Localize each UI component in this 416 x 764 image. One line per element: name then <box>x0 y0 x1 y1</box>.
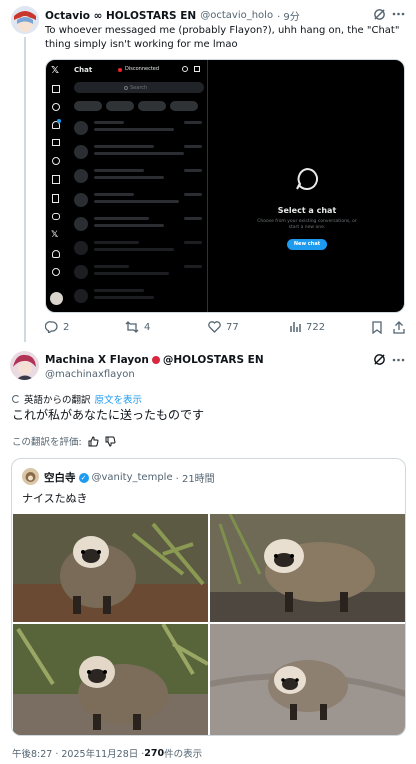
empty-title: Select a chat <box>277 206 337 215</box>
rate-translation-label: この翻訳を評価: <box>12 437 82 448</box>
attached-screenshot[interactable]: 𝕏 𝕏 Chat Disconnected Search Select a ch… <box>45 59 405 313</box>
grok-nav-icon <box>52 157 60 165</box>
avatar-octavio[interactable] <box>11 6 39 34</box>
quote-time: · 21時間 <box>175 474 215 485</box>
post-timestamp[interactable]: 午後8:27 · 2025年11月28日 · <box>12 746 144 760</box>
new-chat-button: New chat <box>287 239 327 250</box>
chat-search-placeholder: Search <box>130 84 148 91</box>
views-button[interactable]: 722 <box>289 321 325 333</box>
thumbs-down-icon[interactable] <box>105 436 116 447</box>
bookmarks-icon <box>52 194 59 203</box>
translated-from: 英語からの翻訳 <box>24 395 91 406</box>
compose-icon <box>194 66 200 72</box>
lists-icon <box>52 175 60 184</box>
user-avatar-small <box>50 292 63 305</box>
show-original-link[interactable]: 原文を表示 <box>95 392 143 406</box>
display-name[interactable]: Octavio ∞ HOLOSTARS EN <box>45 10 196 22</box>
cherry-emoji-icon <box>151 356 160 364</box>
photo-1[interactable] <box>13 514 208 622</box>
more-nav-icon <box>52 268 60 276</box>
repost-count: 4 <box>144 321 151 333</box>
like-count: 77 <box>226 321 239 333</box>
display-name-suffix[interactable]: @HOLOSTARS EN <box>163 354 264 366</box>
avatar-vanity-temple <box>22 468 39 485</box>
reply-icon <box>45 321 58 333</box>
repost-button[interactable]: 4 <box>125 321 150 333</box>
heart-icon <box>208 321 221 333</box>
views-count: 270 <box>144 747 165 759</box>
photo-2[interactable] <box>210 514 405 622</box>
profile-icon <box>52 250 60 258</box>
repost-icon <box>125 321 139 333</box>
quote-body: ナイスたぬき <box>22 492 88 505</box>
translate-icon <box>12 395 20 403</box>
thumbs-up-icon[interactable] <box>88 435 99 447</box>
filter-chips <box>74 101 198 111</box>
chat-bubble-icon <box>294 166 320 195</box>
views-icon <box>290 322 301 332</box>
display-name[interactable]: Machina X Flayon <box>45 354 149 366</box>
quote-handle: @vanity_temple <box>91 472 173 483</box>
avatar-machina[interactable] <box>10 351 39 380</box>
status-dot <box>118 68 122 72</box>
x-logo-icon: 𝕏 <box>51 65 60 76</box>
post-body: To whoever messaged me (probably Flayon?… <box>45 25 400 50</box>
photo-3[interactable] <box>13 624 208 735</box>
connection-status: Disconnected <box>125 66 160 72</box>
photo-4[interactable] <box>210 624 405 735</box>
chat-search: Search <box>74 82 204 93</box>
empty-state: Select a chat Choose from your existing … <box>208 60 404 312</box>
handle[interactable]: @octavio_holo <box>200 10 273 21</box>
reply-count: 2 <box>63 321 70 333</box>
reply-button[interactable]: 2 <box>45 321 69 333</box>
verified-badge-icon: ✓ <box>78 472 89 483</box>
share-icon[interactable] <box>393 321 405 337</box>
handle[interactable]: @machinaxflayon <box>45 369 135 380</box>
views-label: 件の表示 <box>164 749 203 760</box>
thread-line <box>24 37 26 342</box>
quote-display-name: 空白寺 <box>44 472 76 484</box>
explore-icon <box>52 103 60 111</box>
settings-icon <box>182 66 188 72</box>
quoted-post[interactable]: 空白寺 ✓ @vanity_temple · 21時間 ナイスたぬき <box>11 458 406 736</box>
notification-dot <box>57 119 61 123</box>
grok-icon[interactable] <box>373 353 386 366</box>
like-button[interactable]: 77 <box>208 321 239 333</box>
post-body: これが私があなたに送ったものです <box>12 408 205 422</box>
bookmark-icon[interactable] <box>372 321 382 337</box>
premium-icon: 𝕏 <box>51 230 59 240</box>
chat-list-pane: Chat Disconnected Search <box>68 60 208 312</box>
chat-title: Chat <box>74 66 93 74</box>
chat-skeleton-list <box>74 118 204 310</box>
timestamp[interactable]: · 9分 <box>277 8 300 23</box>
more-options-icon[interactable] <box>392 358 405 362</box>
view-count: 722 <box>306 321 326 333</box>
home-icon <box>52 85 60 93</box>
x-nav-rail: 𝕏 𝕏 <box>46 60 68 312</box>
more-options-icon[interactable] <box>392 12 405 16</box>
communities-icon <box>52 213 60 220</box>
post-meta: 午後8:27 · 2025年11月28日 · 270 件の表示 <box>12 746 203 761</box>
grok-icon[interactable] <box>373 8 386 21</box>
empty-subtitle: Choose from your existing conversations,… <box>257 219 357 230</box>
messages-icon <box>52 139 60 146</box>
